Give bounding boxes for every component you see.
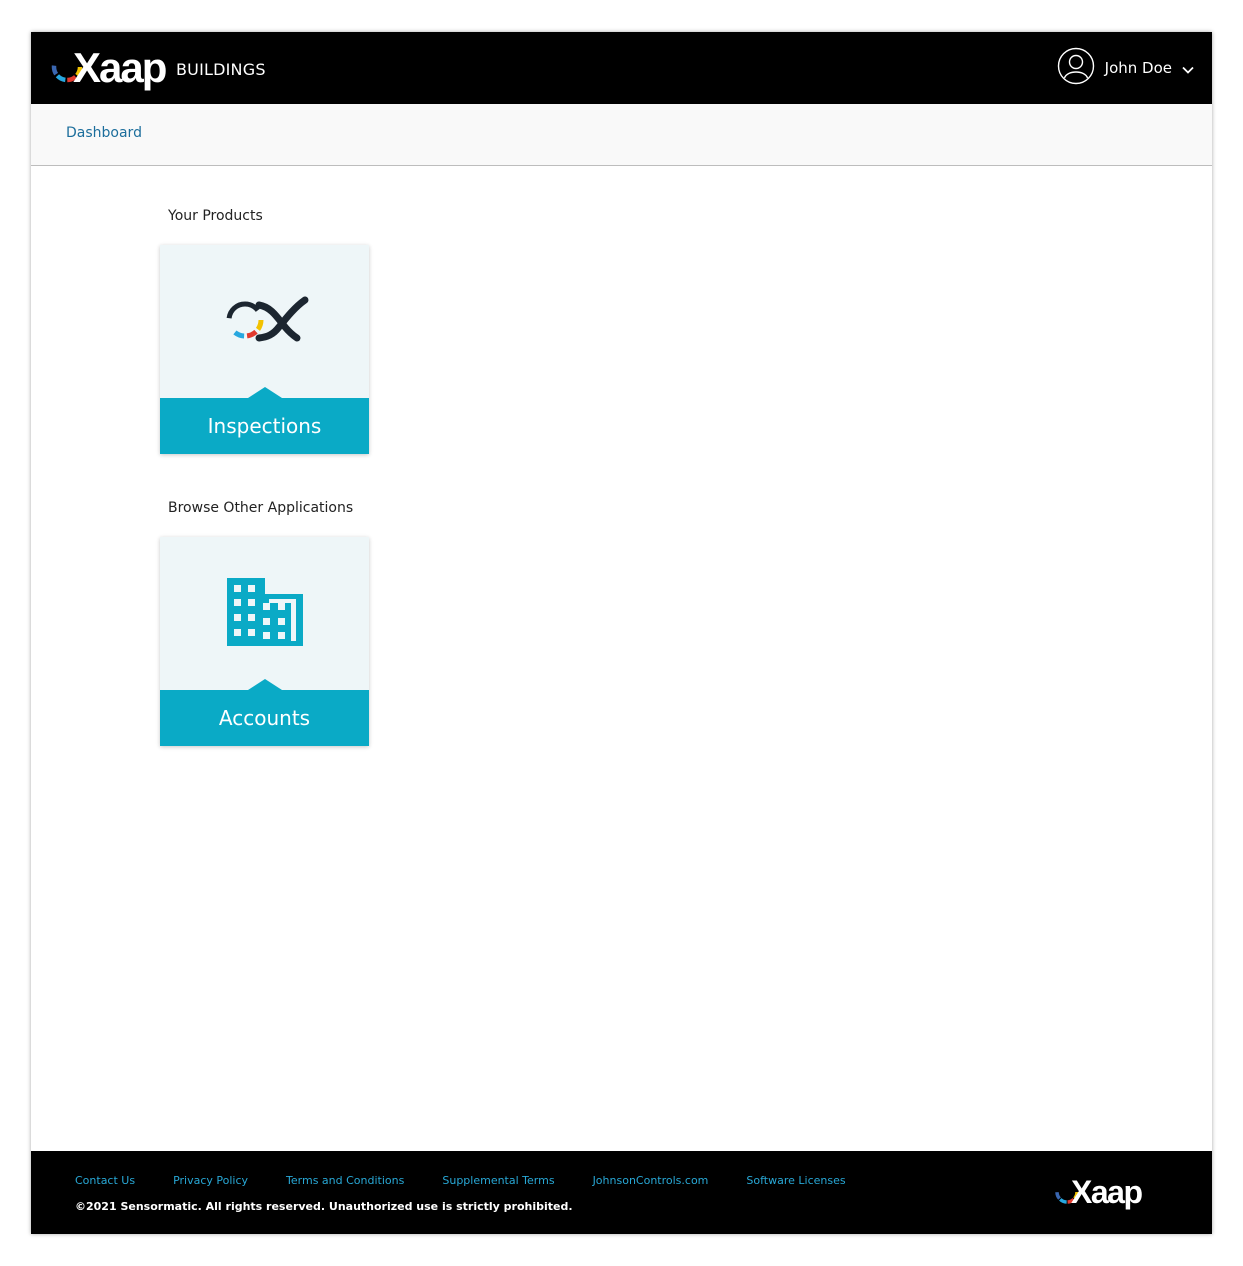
app-window: Xaap BUILDINGS John Doe Dashboard Your P… — [31, 32, 1212, 1234]
footer-link-privacy-policy[interactable]: Privacy Policy — [173, 1174, 248, 1187]
footer-link-supplemental-terms[interactable]: Supplemental Terms — [442, 1174, 554, 1187]
chevron-down-icon — [1182, 59, 1194, 78]
breadcrumb-dashboard-link[interactable]: Dashboard — [66, 125, 142, 141]
browse-applications-heading: Browse Other Applications — [168, 500, 354, 516]
inspections-tile[interactable]: Inspections — [160, 245, 369, 454]
top-navigation-bar: Xaap BUILDINGS John Doe — [31, 32, 1212, 104]
footer: Contact Us Privacy Policy Terms and Cond… — [31, 1151, 1212, 1234]
footer-links: Contact Us Privacy Policy Terms and Cond… — [75, 1174, 884, 1187]
footer-xaap-logo: Xaap — [1054, 1173, 1150, 1215]
brand-subtitle: BUILDINGS — [176, 60, 266, 79]
inspections-tile-label: Inspections — [160, 387, 369, 454]
svg-text:Xaap: Xaap — [73, 45, 166, 91]
xaap-logo[interactable]: Xaap — [50, 45, 175, 91]
your-products-heading: Your Products — [168, 208, 263, 224]
svg-text:Xaap: Xaap — [1071, 1174, 1142, 1210]
building-icon — [160, 537, 369, 687]
user-circle-icon — [1057, 47, 1095, 89]
xaap-x-icon — [160, 245, 369, 395]
accounts-tile[interactable]: Accounts — [160, 537, 369, 746]
footer-link-contact-us[interactable]: Contact Us — [75, 1174, 135, 1187]
copyright-text: ©2021 Sensormatic. All rights reserved. … — [75, 1200, 573, 1213]
footer-link-terms-and-conditions[interactable]: Terms and Conditions — [286, 1174, 404, 1187]
breadcrumb: Dashboard — [31, 104, 1212, 166]
xaap-logo-mark: Xaap — [51, 45, 168, 91]
user-name: John Doe — [1104, 59, 1172, 77]
user-menu[interactable]: John Doe — [1057, 47, 1194, 89]
accounts-tile-label: Accounts — [160, 679, 369, 746]
footer-link-software-licenses[interactable]: Software Licenses — [746, 1174, 845, 1187]
footer-link-johnsoncontrols[interactable]: JohnsonControls.com — [593, 1174, 709, 1187]
